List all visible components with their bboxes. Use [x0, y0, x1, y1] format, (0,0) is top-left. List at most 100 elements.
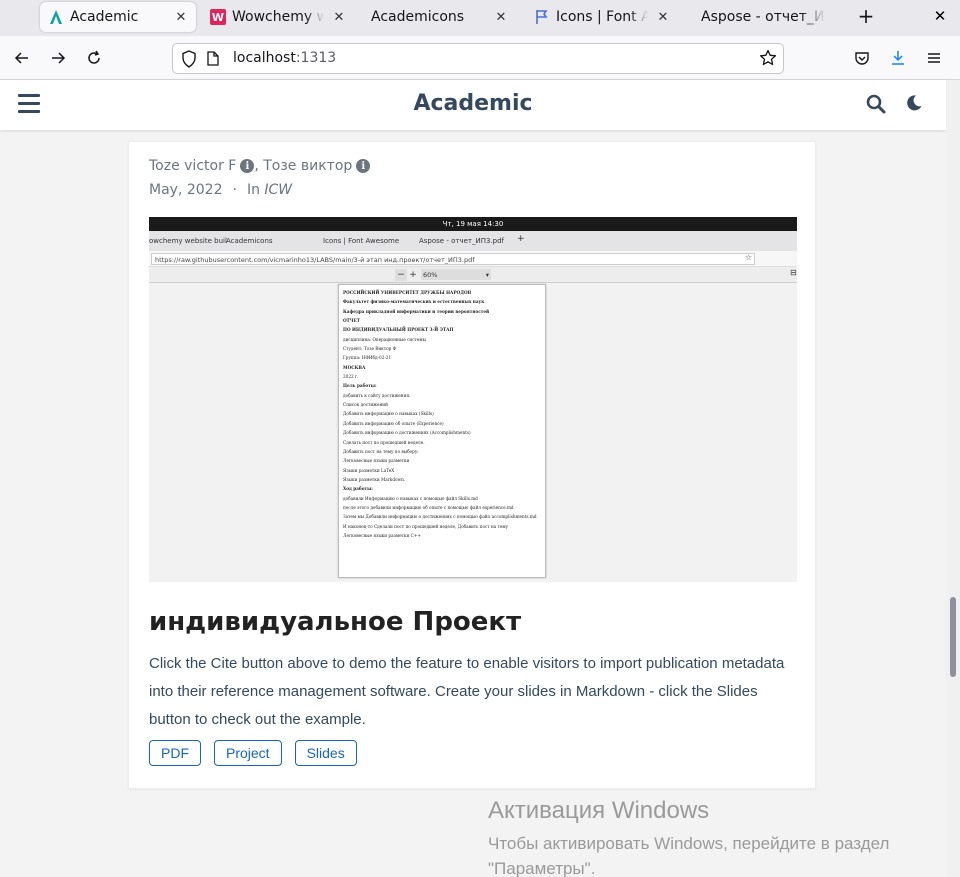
publication-title[interactable]: индивидуальное Проект: [149, 607, 521, 637]
tab-bar: Academic ✕ W Wowchemy website ✕ Academic…: [0, 0, 960, 36]
pocket-icon: [855, 52, 869, 65]
tab-font-awesome[interactable]: Icons | Font Awesome ✕: [526, 0, 678, 34]
publication-card: Toze victor F i , Тозе виктор i May, 202…: [128, 141, 816, 789]
thumb-doc-line: Факультет физико-математических и естест…: [343, 299, 485, 305]
thumb-doc-line: дисциплина: Операционные системы: [343, 336, 426, 342]
hamburger-menu-icon: [928, 53, 940, 63]
moon-icon[interactable]: [905, 94, 923, 116]
pocket-button[interactable]: [850, 46, 874, 70]
thumb-zoom-select: 60% ▾: [421, 269, 491, 280]
back-button[interactable]: [10, 46, 34, 70]
author-list: Toze victor F i , Тозе виктор i: [149, 158, 374, 174]
tab-academic[interactable]: Academic ✕: [40, 2, 196, 32]
thumb-doc-line: после этого добавили информацию об опыте…: [343, 504, 514, 510]
thumb-doc-line: Легковесные языки разметки: [343, 458, 410, 464]
thumb-pdf-toolbar: − + 60% ▾ ⊟: [149, 267, 797, 283]
tab-aspose[interactable]: Aspose - отчет_ИП3.pdf: [686, 0, 826, 34]
wowchemy-favicon-icon: W: [210, 9, 226, 25]
pdf-button[interactable]: PDF: [149, 740, 201, 766]
thumb-url-bar: https://raw.githubusercontent.com/vicmar…: [149, 251, 797, 267]
thumb-tab: Icons | Font Awesome: [323, 237, 400, 245]
tab-close-icon[interactable]: ✕: [654, 8, 672, 26]
thumb-doc-line: Добавить пост на тему по выбору:: [343, 448, 419, 454]
thumb-doc-line: РОССИЙСКИЙ УНИВЕРСИТЕТ ДРУЖБЫ НАРОДОВ: [343, 290, 472, 295]
thumb-tab: Academicons: [226, 237, 273, 245]
thumb-doc-line: Добавить информацию о достижениях (Accom…: [343, 430, 471, 436]
thumb-tab: owchemy website buil: [149, 237, 227, 245]
scrollbar-thumb[interactable]: [950, 597, 956, 677]
meta-separator: ·: [232, 182, 237, 198]
tab-close-icon[interactable]: ✕: [172, 8, 190, 26]
menu-button[interactable]: [922, 46, 946, 70]
slides-button[interactable]: Slides: [294, 740, 357, 766]
thumb-doc-line: Список достижений: [343, 402, 388, 408]
search-icon[interactable]: [866, 94, 886, 118]
publication-links: PDF Project Slides: [149, 740, 370, 766]
publication-featured-image[interactable]: Чт, 19 мая 14:30 owchemy website buil Ac…: [149, 217, 797, 582]
publication-venue[interactable]: ICW: [264, 182, 292, 198]
downloads-button[interactable]: [886, 46, 910, 70]
url-port: :1313: [295, 50, 337, 66]
thumb-star-icon: ☆: [745, 253, 753, 262]
publication-date: May, 2022: [149, 182, 223, 198]
bookmark-star-icon[interactable]: [759, 49, 777, 71]
thumb-doc-line: Добавить информацию о навыках (Skills): [343, 411, 434, 417]
thumb-doc-line: Группа: НФИбд-02-21: [343, 355, 392, 361]
tab-wowchemy[interactable]: W Wowchemy website ✕: [202, 0, 354, 34]
navigation-toolbar: localhost:1313: [0, 36, 960, 80]
url-text: localhost:1313: [233, 50, 336, 66]
tab-close-icon[interactable]: ✕: [492, 8, 510, 26]
thumb-doc-line: Кафедра прикладной информатики и теории …: [343, 308, 490, 314]
close-window-button[interactable]: ✕: [930, 6, 950, 26]
thumb-url: https://raw.githubusercontent.com/vicmar…: [155, 256, 475, 264]
thumb-zoom-in: +: [409, 270, 417, 280]
publication-meta: May, 2022 · In ICW: [149, 182, 292, 198]
thumb-doc-line: ОТЧЕТ: [343, 318, 360, 324]
arrow-right-icon: [52, 52, 66, 64]
info-icon[interactable]: i: [240, 159, 255, 173]
site-navbar: Academic: [0, 80, 946, 130]
thumb-pdf-page: РОССИЙСКИЙ УНИВЕРСИТЕТ ДРУЖБЫ НАРОДОВ Фак…: [338, 284, 546, 578]
svg-text:W: W: [212, 11, 224, 24]
thumb-doc-line: Добавить информацию об опыте (Experience…: [343, 420, 444, 426]
page-scrollbar[interactable]: [946, 80, 960, 877]
thumb-doc-line: Языки разметки LaTeX: [343, 467, 395, 473]
tab-academicons[interactable]: Academicons ✕: [356, 0, 516, 34]
tab-close-icon[interactable]: ✕: [330, 8, 348, 26]
thumb-doc-line: ПО ИНДИВИДУАЛЬНЫЙ ПРОЕКТ 3-Й ЭТАП: [343, 327, 454, 333]
thumb-doc-line: Языки разметки Markdown.: [343, 476, 406, 482]
tab-title: Icons | Font Awesome: [556, 9, 648, 25]
url-host: localhost: [233, 50, 296, 66]
site-title[interactable]: Academic: [0, 91, 946, 116]
download-icon: [892, 51, 904, 65]
url-bar[interactable]: localhost:1313: [172, 43, 784, 74]
windows-activation-watermark: Активация Windows Чтобы активировать Win…: [488, 797, 889, 877]
new-tab-button[interactable]: +: [856, 6, 876, 26]
info-icon[interactable]: i: [356, 159, 371, 173]
academic-favicon-icon: [48, 9, 64, 25]
thumb-doc-line: Ход работы:: [343, 486, 373, 492]
author-name[interactable]: Toze victor F: [149, 158, 236, 174]
thumb-doc-line: Сделать пост по прошедшей неделе.: [343, 439, 425, 445]
tab-title: Aspose - отчет_ИП3.pdf: [701, 9, 826, 25]
thumb-doc-line: добавить к сайту достижения.: [343, 392, 411, 398]
reload-button[interactable]: [82, 46, 106, 70]
tab-title: Wowchemy website: [232, 9, 324, 25]
thumb-doc-line: МОСКВА: [343, 364, 366, 370]
author-name[interactable]: , Тозе виктор: [254, 158, 352, 174]
thumb-doc-line: добавили Информацию о навыках с помощью …: [343, 495, 478, 501]
reload-icon: [88, 50, 100, 64]
tab-title: Academicons: [371, 9, 465, 25]
thumb-clock: Чт, 19 мая 14:30: [149, 217, 797, 231]
project-button[interactable]: Project: [214, 740, 282, 766]
in-label: In: [246, 182, 260, 198]
forward-button[interactable]: [46, 46, 70, 70]
thumb-zoom-out: −: [395, 269, 407, 281]
arrow-left-icon: [14, 52, 28, 64]
thumb-doc-line: 2022 г.: [343, 374, 359, 380]
thumb-new-tab: +: [517, 234, 525, 244]
watermark-text: "Параметры".: [488, 859, 596, 877]
shield-icon[interactable]: [181, 50, 197, 72]
page-icon: [207, 51, 219, 70]
watermark-text: Чтобы активировать Windows, перейдите в …: [488, 834, 890, 853]
